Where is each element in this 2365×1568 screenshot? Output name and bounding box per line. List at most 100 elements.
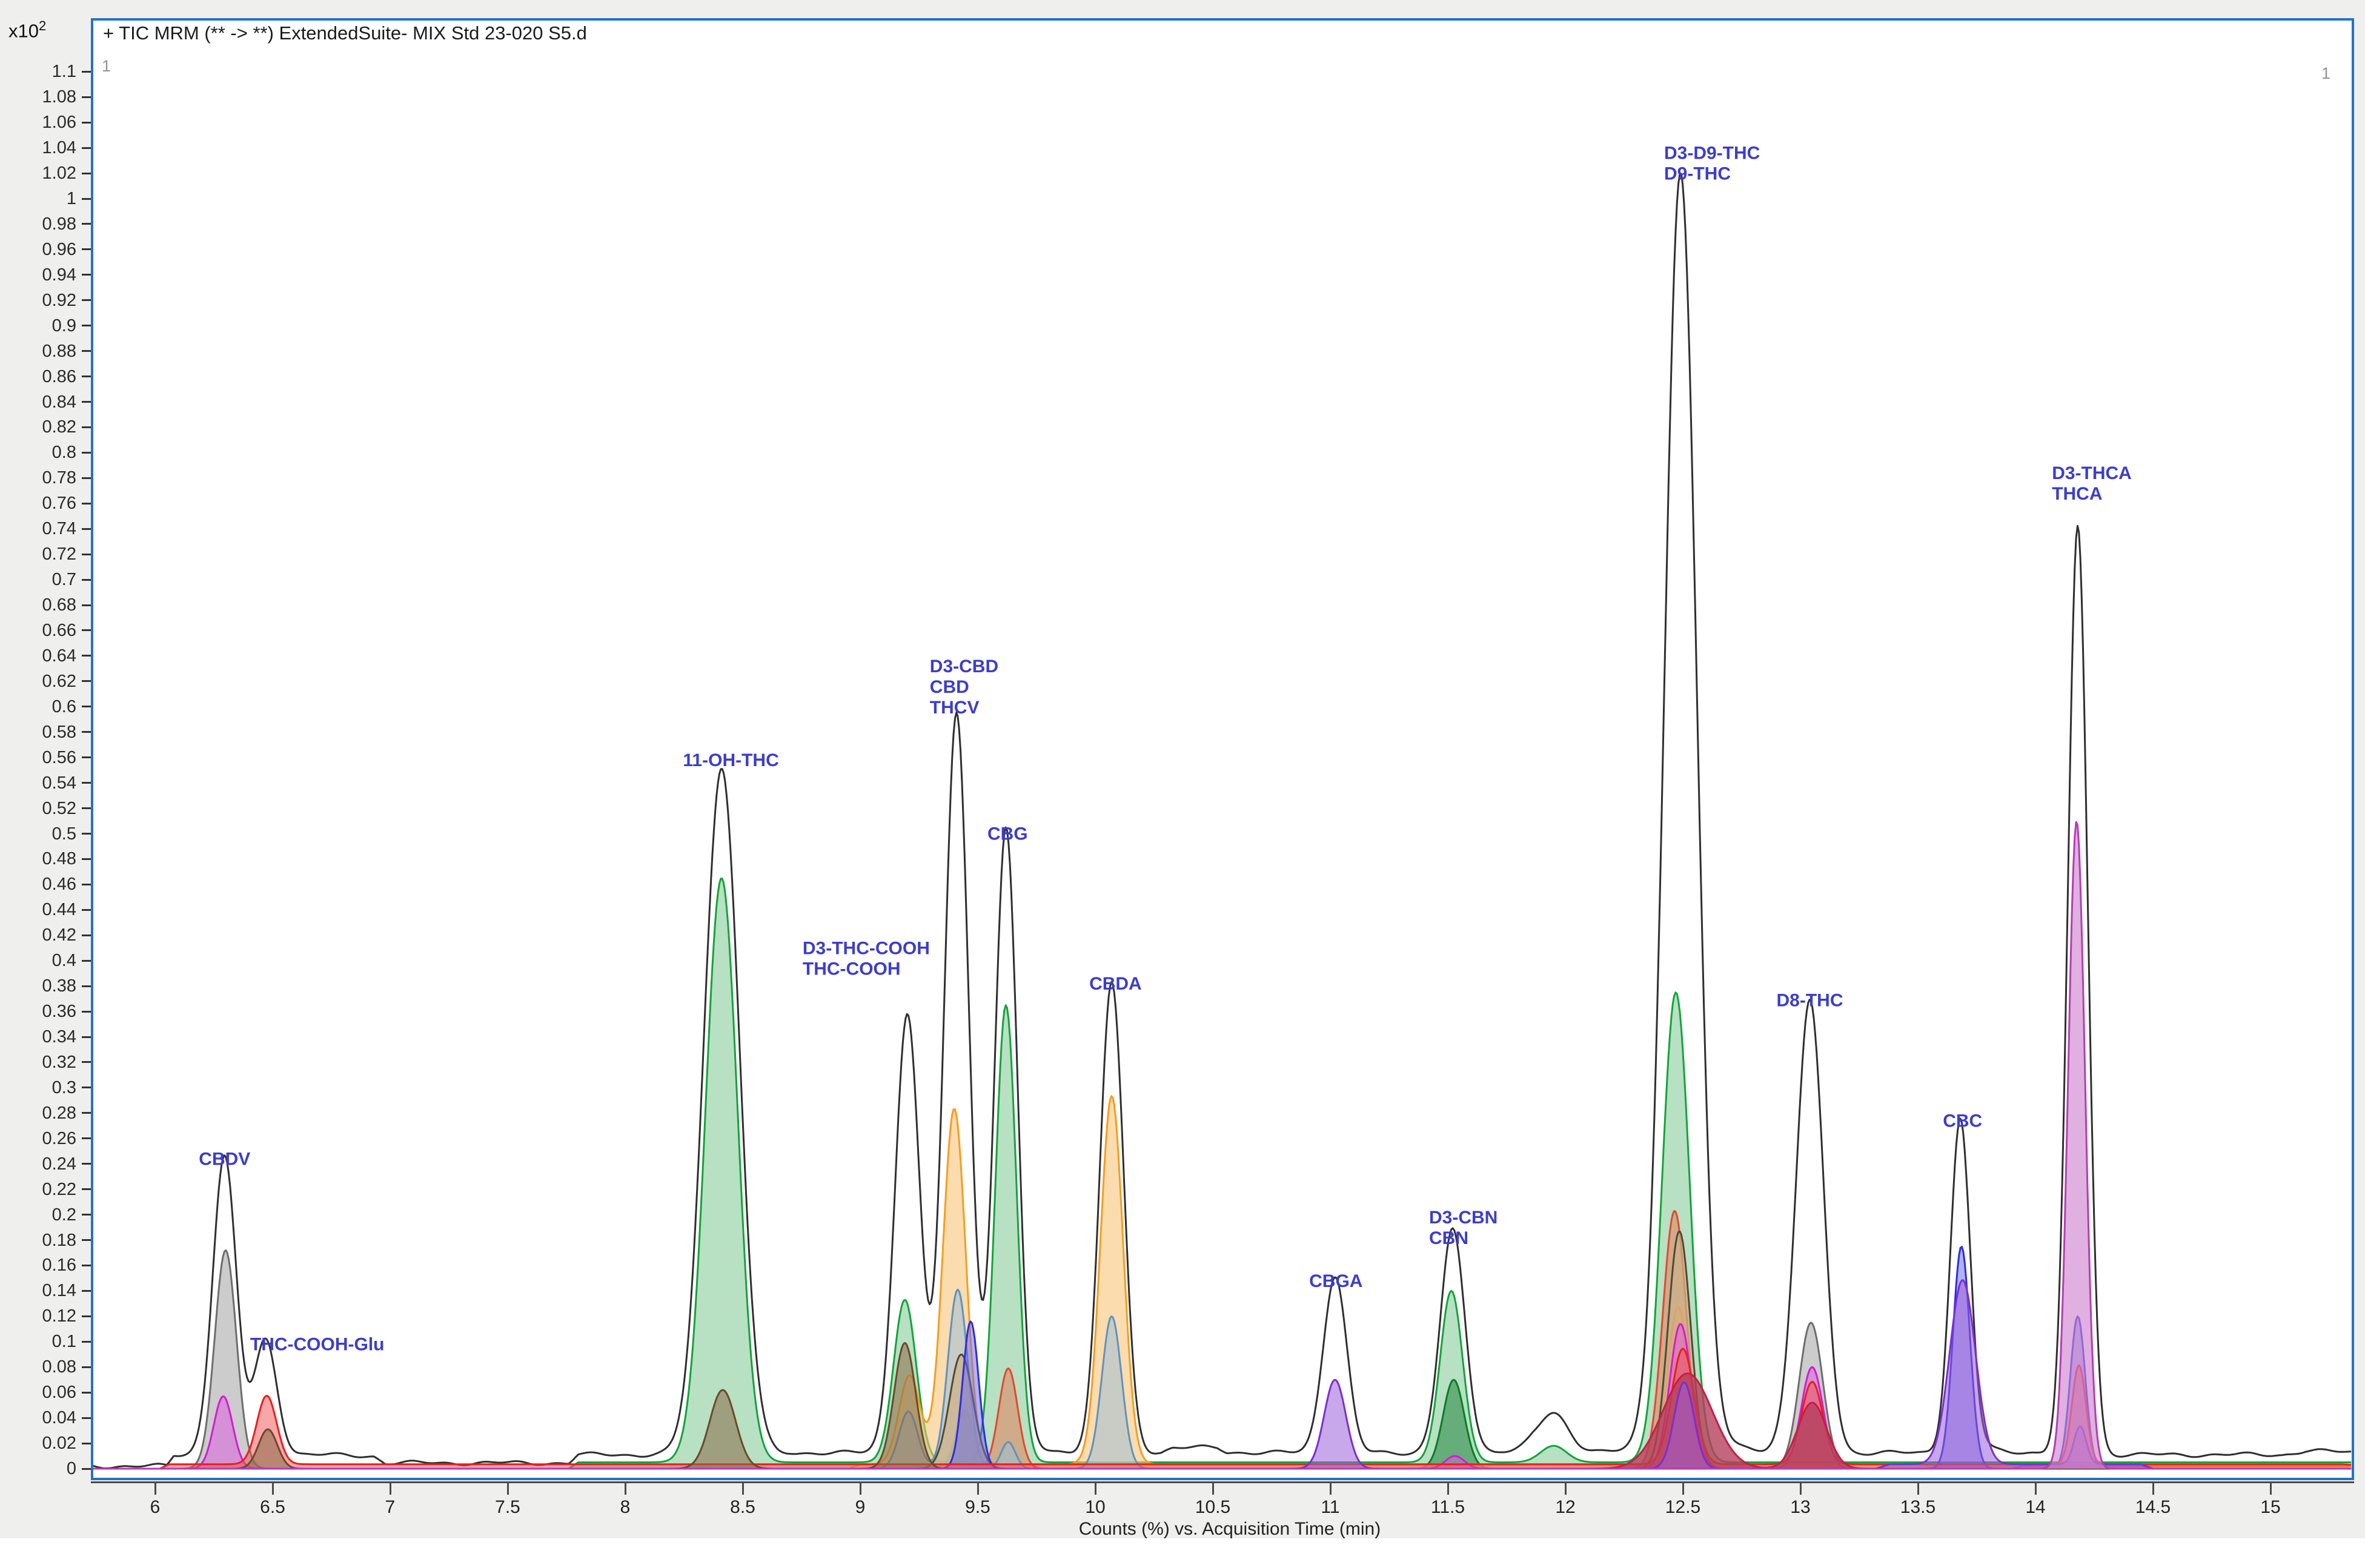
x-tick-label: 11 (1294, 1497, 1367, 1518)
y-axis-scale-label: x102 (8, 18, 46, 42)
y-tick-label: 0.46 (5, 875, 76, 895)
y-tick-label: 0.36 (5, 1002, 76, 1022)
y-tick-mark (82, 579, 91, 581)
trace-line-purple (93, 1280, 2351, 1469)
y-tick-mark (82, 71, 91, 73)
trace-fill-steel-blue (93, 1289, 2351, 1469)
y-tick-mark (82, 274, 91, 276)
y-tick-label: 0.02 (5, 1434, 76, 1454)
y-tick-mark (82, 731, 91, 733)
trace-line-magenta (93, 1324, 2351, 1469)
y-tick-mark (82, 401, 91, 403)
x-tick-mark (1330, 1483, 1332, 1495)
y-tick-mark (82, 680, 91, 682)
peak-label: D3-THC-COOHTHC-COOH (803, 939, 930, 979)
y-tick-mark (82, 248, 91, 250)
peak-label: D8-THC (1777, 990, 1843, 1010)
y-tick-label: 0.3 (5, 1078, 76, 1098)
y-tick-label: 1.1 (5, 62, 76, 82)
y-tick-mark (82, 655, 91, 657)
y-tick-mark (82, 706, 91, 707)
plot-area[interactable]: CBDVTHC-COOH-Glu11-OH-THCD3-THC-COOHTHC-… (91, 18, 2354, 1480)
y-tick-label: 0.4 (5, 951, 76, 971)
x-tick-label: 14.5 (2117, 1497, 2189, 1518)
trace-line-tan (93, 1231, 2351, 1469)
y-tick-mark (82, 528, 91, 530)
trace-line-green (93, 879, 2351, 1469)
trace-fill-orchid (93, 822, 2351, 1469)
x-tick-mark (1212, 1483, 1214, 1495)
peak-label: 11-OH-THC (683, 750, 778, 770)
x-tick-label: 11.5 (1411, 1497, 1484, 1518)
trace-fill-green (93, 879, 2351, 1469)
y-tick-mark (82, 1163, 91, 1165)
y-tick-label: 0.62 (5, 672, 76, 692)
peak-label: D3-CBNCBN (1429, 1208, 1498, 1248)
y-tick-mark (82, 503, 91, 504)
y-tick-label: 1.08 (5, 87, 76, 107)
y-tick-mark (82, 960, 91, 962)
peak-label: D3-D9-THCD9-THC (1664, 144, 1760, 184)
y-tick-mark (82, 604, 91, 606)
y-tick-label: 0.44 (5, 900, 76, 920)
peak-label: THC-COOH-Glu (250, 1335, 385, 1355)
chromatogram-title: + TIC MRM (** -> **) ExtendedSuite- MIX … (103, 22, 587, 44)
y-tick-mark (82, 1443, 91, 1444)
x-tick-mark (742, 1483, 744, 1495)
y-tick-label: 0.52 (5, 799, 76, 819)
trace-fill-magenta (93, 1324, 2351, 1469)
trace-line-orchid (93, 822, 2351, 1469)
x-tick-mark (272, 1483, 274, 1495)
y-tick-mark (82, 1239, 91, 1241)
y-tick-label: 0.82 (5, 417, 76, 437)
y-tick-label: 0.8 (5, 443, 76, 463)
x-tick-mark (977, 1483, 979, 1495)
x-tick-label: 7 (354, 1497, 426, 1518)
x-tick-label: 13 (1764, 1497, 1837, 1518)
y-tick-mark (82, 1341, 91, 1343)
y-tick-label: 0.58 (5, 723, 76, 743)
y-tick-mark (82, 173, 91, 174)
peak-label: CBDA (1089, 974, 1142, 994)
x-tick-mark (1800, 1483, 1802, 1495)
y-tick-label: 0.32 (5, 1053, 76, 1073)
y-tick-mark (82, 554, 91, 555)
x-tick-mark (1095, 1483, 1096, 1495)
peak-label: D3-CBDCBDTHCV (930, 657, 998, 718)
y-tick-label: 0.22 (5, 1180, 76, 1200)
y-tick-label: 0.98 (5, 214, 76, 234)
pane-number-left: 1 (102, 57, 111, 76)
y-tick-label: 1.06 (5, 113, 76, 133)
y-tick-label: 0.66 (5, 621, 76, 641)
trace-line-dark-green (93, 1380, 2351, 1469)
y-tick-mark (82, 477, 91, 479)
x-tick-label: 8 (589, 1497, 662, 1518)
x-axis-line (91, 1481, 2354, 1483)
y-tick-label: 0.16 (5, 1255, 76, 1275)
y-tick-mark (82, 1214, 91, 1216)
y-tick-mark (82, 1087, 91, 1088)
y-tick-label: 1.04 (5, 138, 76, 158)
y-tick-mark (82, 1061, 91, 1063)
y-tick-mark (82, 350, 91, 352)
y-tick-label: 0.72 (5, 544, 76, 564)
chromatogram-canvas[interactable]: CBDVTHC-COOH-Glu11-OH-THCD3-THC-COOHTHC-… (93, 21, 2352, 1478)
y-tick-label: 0.18 (5, 1231, 76, 1251)
y-tick-mark (82, 299, 91, 301)
trace-fill-maroon (93, 1374, 2351, 1469)
trace-line-vermilion (93, 1211, 2351, 1469)
y-tick-label: 0.78 (5, 468, 76, 488)
y-tick-label: 0.28 (5, 1103, 76, 1123)
y-tick-label: 0.96 (5, 240, 76, 260)
x-tick-mark (2152, 1483, 2154, 1495)
y-tick-mark (82, 1417, 91, 1419)
trace-fill-gray (93, 1250, 2351, 1469)
y-tick-mark (82, 1188, 91, 1190)
y-tick-mark (82, 96, 91, 98)
y-tick-label: 0.56 (5, 748, 76, 768)
y-tick-mark (82, 1036, 91, 1038)
x-tick-label: 10.5 (1176, 1497, 1249, 1518)
y-tick-label: 0.94 (5, 265, 76, 285)
peak-label: CBG (987, 824, 1028, 844)
y-tick-mark (82, 1392, 91, 1394)
